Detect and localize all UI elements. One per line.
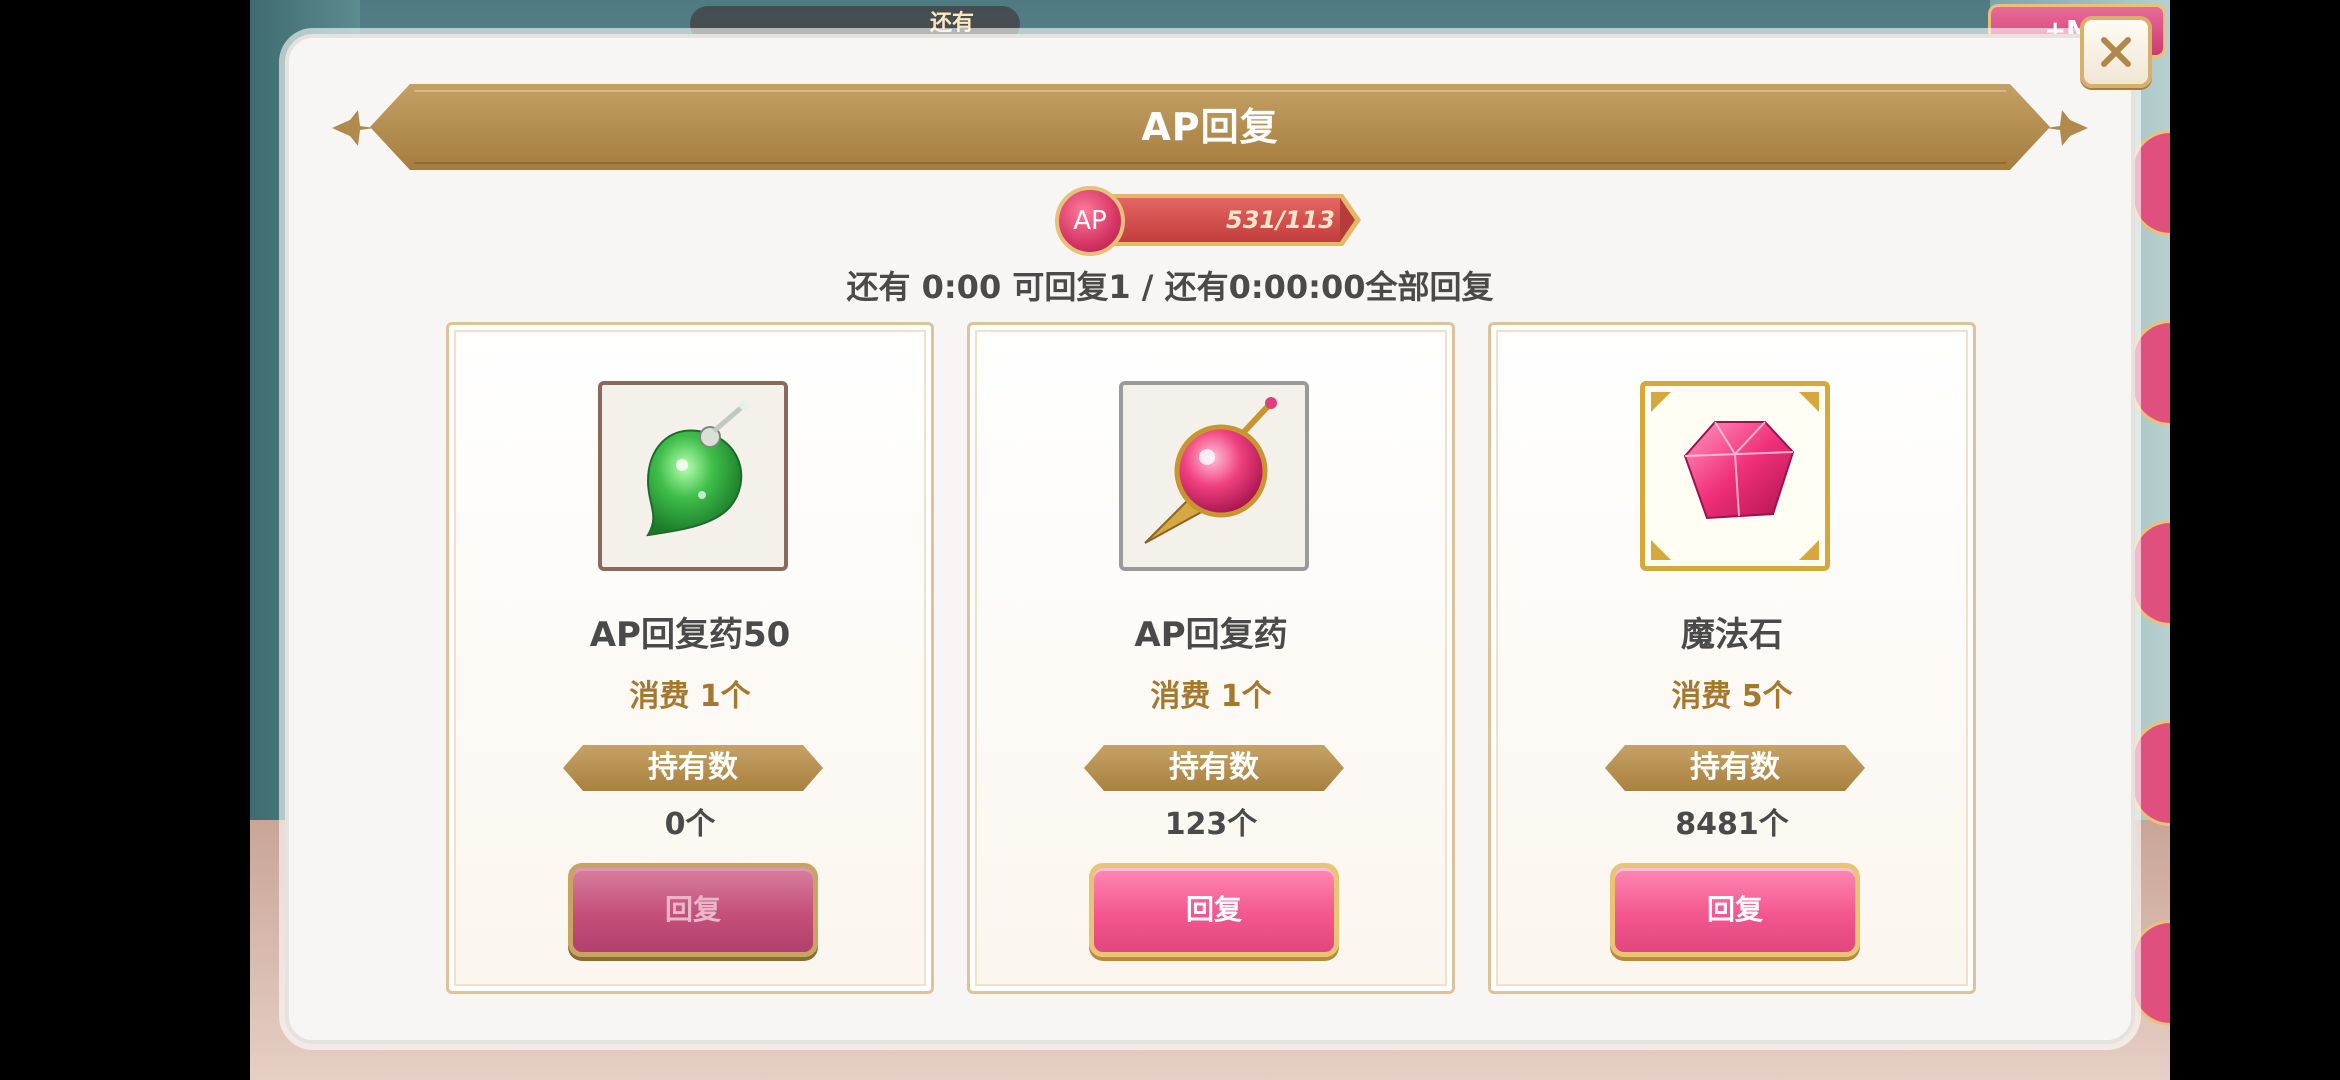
item-name: AP回复药50 xyxy=(589,615,791,655)
item-icon-frame xyxy=(1119,381,1309,571)
item-name: 魔法石 xyxy=(1681,615,1783,655)
held-count-label: 持有数 xyxy=(1605,745,1865,791)
title-banner: AP回复 xyxy=(330,84,2090,170)
held-count-label: 持有数 xyxy=(1084,745,1344,791)
item-cost: 消费 5个 xyxy=(1671,679,1793,714)
recover-button-ap-potion-50[interactable]: 回复 xyxy=(568,863,818,957)
recover-button-magic-stone[interactable]: 回复 xyxy=(1610,863,1860,957)
item-cost: 消费 1个 xyxy=(1150,679,1272,714)
left-ornament-icon xyxy=(332,110,374,146)
item-cost: 消费 1个 xyxy=(629,679,751,714)
held-count-label: 持有数 xyxy=(563,745,823,791)
ap-gauge: 531/113 AP xyxy=(1055,186,1365,256)
item-name: AP回复药 xyxy=(1134,615,1288,655)
item-card-ap-potion-50: AP回复药50 消费 1个 持有数 0个 回复 xyxy=(446,322,934,994)
held-count-value: 0个 xyxy=(664,807,716,842)
ap-value: 531/113 xyxy=(1226,206,1335,234)
item-icon-frame xyxy=(598,381,788,571)
held-count-value: 123个 xyxy=(1164,807,1258,842)
recovery-timer-text: 还有 0:00 可回复1 / 还有0:00:00全部回复 xyxy=(846,268,1494,306)
pink-potion-icon xyxy=(1144,397,1277,544)
item-card-magic-stone: 魔法石 消费 5个 持有数 8481个 回复 xyxy=(1488,322,1976,994)
magic-stone-gem-icon xyxy=(1651,392,1819,560)
held-count-value: 8481个 xyxy=(1675,807,1789,842)
recover-button-ap-potion[interactable]: 回复 xyxy=(1089,863,1339,957)
item-card-ap-potion: AP回复药 消费 1个 持有数 123个 回复 xyxy=(967,322,1455,994)
item-icon-frame xyxy=(1640,381,1830,571)
close-icon xyxy=(2101,37,2131,67)
right-ornament-icon xyxy=(2046,110,2088,146)
close-button[interactable] xyxy=(2080,16,2152,88)
dialog-title: AP回复 xyxy=(1141,105,1279,149)
green-potion-icon xyxy=(646,400,749,537)
ap-badge: AP xyxy=(1055,186,1125,256)
